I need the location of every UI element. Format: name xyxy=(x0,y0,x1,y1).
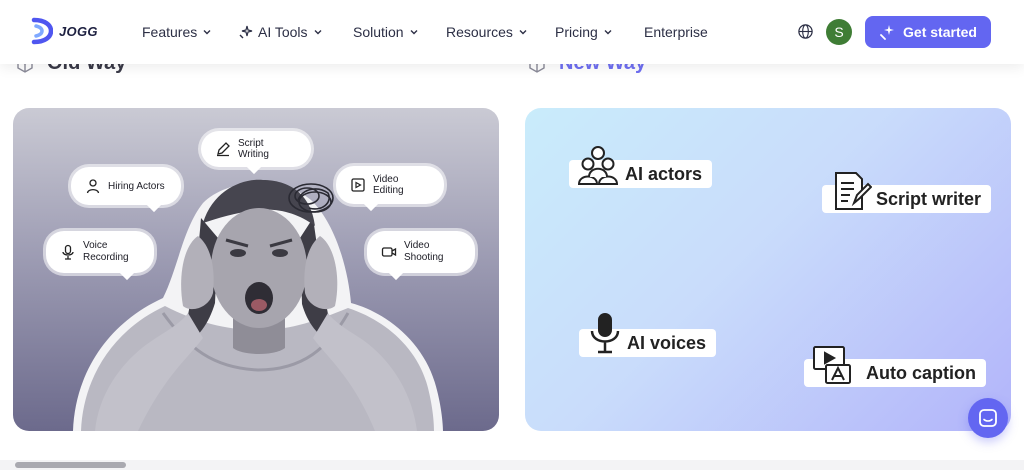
tag-label: Auto caption xyxy=(866,362,976,383)
tag-auto-caption: Auto caption xyxy=(804,346,986,387)
nav-item-pricing[interactable]: Pricing xyxy=(555,24,613,40)
chevron-down-icon xyxy=(410,30,418,35)
nav-item-enterprise[interactable]: Enterprise xyxy=(644,24,708,40)
scrollbar-thumb[interactable] xyxy=(15,462,126,468)
new-way-card: AI actors Script writer AI voices Auto c… xyxy=(525,108,1011,431)
bubble-video-shooting: Video Shooting xyxy=(367,231,475,281)
chat-icon xyxy=(979,409,997,427)
globe-icon[interactable] xyxy=(797,23,814,40)
nav-item-label: Features xyxy=(142,24,198,40)
video-camera-icon xyxy=(381,247,397,257)
chevron-down-icon xyxy=(519,30,527,35)
nav-item-label: Enterprise xyxy=(644,24,708,40)
chevron-down-icon xyxy=(314,30,322,35)
tag-ai-actors: AI actors xyxy=(569,146,713,188)
horizontal-scrollbar[interactable] xyxy=(0,460,1024,470)
nav-item-solution[interactable]: Solution xyxy=(353,24,419,40)
tag-label: Script writer xyxy=(876,188,982,209)
bubble-video-editing: Video Editing xyxy=(336,166,444,212)
tag-script-writer: Script writer xyxy=(822,172,992,213)
get-started-label: Get started xyxy=(903,24,977,40)
bubble-label: Script Writing xyxy=(238,138,269,160)
logo[interactable]: JOGG xyxy=(31,16,98,46)
person-icon xyxy=(86,179,100,194)
nav-item-ai-tools[interactable]: AI Tools xyxy=(238,24,323,40)
bubble-label: Voice Recording xyxy=(83,240,129,263)
document-pen-icon xyxy=(835,172,872,210)
chat-launcher-button[interactable] xyxy=(968,398,1008,438)
bubble-hiring-actors: Hiring Actors xyxy=(71,167,181,213)
pencil-icon xyxy=(217,142,230,157)
people-group-icon xyxy=(577,146,619,185)
tag-label: AI actors xyxy=(625,163,703,184)
bubble-label: Video Editing xyxy=(373,174,404,196)
logo-text: JOGG xyxy=(59,23,98,39)
get-started-button[interactable]: Get started xyxy=(865,16,991,48)
nav-item-resources[interactable]: Resources xyxy=(446,24,528,40)
nav-item-label: Pricing xyxy=(555,24,598,40)
tag-ai-voices: AI voices xyxy=(579,313,717,357)
bubble-script-writing: Script Writing xyxy=(201,131,311,175)
bubble-label: Hiring Actors xyxy=(108,180,165,192)
top-navbar: JOGG Features AI Tools Solution Resource… xyxy=(0,0,1024,64)
nav-item-label: AI Tools xyxy=(258,24,308,40)
nav-item-label: Resources xyxy=(446,24,513,40)
jogg-logo-icon xyxy=(31,17,53,45)
bubble-voice-recording: Voice Recording xyxy=(46,231,154,281)
microphone-icon xyxy=(590,313,620,354)
caption-icon xyxy=(813,346,851,384)
chevron-down-icon xyxy=(604,30,612,35)
old-way-card: Script Writing Hiring Actors Video Editi… xyxy=(13,108,499,431)
sparkle-icon xyxy=(880,25,895,40)
page: Old Way New Way JOGG Features xyxy=(0,0,1024,470)
chevron-down-icon xyxy=(203,30,211,35)
nav-item-features[interactable]: Features xyxy=(142,24,212,40)
user-avatar[interactable]: S xyxy=(826,19,852,45)
tag-label: AI voices xyxy=(627,332,707,353)
nav-item-label: Solution xyxy=(353,24,404,40)
bubble-label: Video Shooting xyxy=(404,240,444,263)
sparkle-icon xyxy=(239,25,253,38)
microphone-icon xyxy=(62,244,74,260)
video-edit-icon xyxy=(351,178,365,192)
